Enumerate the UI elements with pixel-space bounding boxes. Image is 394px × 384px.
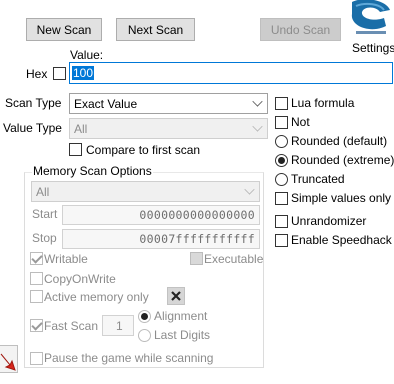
unrandomizer-checkbox[interactable] xyxy=(275,215,288,228)
stop-address-field[interactable]: 00007fffffffffff xyxy=(62,229,260,249)
stop-label: Stop xyxy=(32,231,57,245)
compare-first-checkbox[interactable] xyxy=(69,143,82,156)
rounded-extreme-radio[interactable] xyxy=(275,154,288,167)
chevron-down-icon xyxy=(252,121,263,132)
alignment-radio[interactable] xyxy=(138,310,151,323)
active-memory-label: Active memory only xyxy=(44,290,149,304)
truncated-radio[interactable] xyxy=(275,173,288,186)
writable-checkbox[interactable] xyxy=(30,252,43,265)
value-type-label: Value Type xyxy=(3,121,62,135)
not-label: Not xyxy=(291,115,310,129)
next-scan-button[interactable]: Next Scan xyxy=(116,18,195,41)
memory-region-value: All xyxy=(36,185,50,199)
settings-link[interactable]: Settings xyxy=(352,41,394,55)
pause-game-label: Pause the game while scanning xyxy=(44,351,214,365)
cheat-engine-logo-icon[interactable] xyxy=(346,0,394,38)
hex-label: Hex xyxy=(26,67,48,81)
fast-scan-label: Fast Scan xyxy=(44,319,99,333)
scan-type-value: Exact Value xyxy=(74,97,138,111)
start-address-field[interactable]: 0000000000000000 xyxy=(62,205,260,225)
rounded-default-label: Rounded (default) xyxy=(291,134,388,148)
fast-scan-checkbox[interactable] xyxy=(30,319,43,332)
active-memory-checkbox[interactable] xyxy=(30,290,43,303)
hex-checkbox[interactable] xyxy=(53,67,66,80)
not-checkbox[interactable] xyxy=(275,116,288,129)
copy-on-write-label: CopyOnWrite xyxy=(44,272,116,286)
simple-values-checkbox[interactable] xyxy=(275,192,288,205)
value-input[interactable]: 100 xyxy=(69,62,393,84)
enable-speedhack-label: Enable Speedhack xyxy=(291,233,392,247)
unrandomizer-label: Unrandomizer xyxy=(291,214,367,228)
fast-scan-value-field[interactable]: 1 xyxy=(102,315,134,336)
simple-values-label: Simple values only xyxy=(291,191,392,205)
lua-formula-checkbox[interactable] xyxy=(275,97,288,110)
enable-speedhack-checkbox[interactable] xyxy=(275,234,288,247)
chevron-down-icon xyxy=(252,96,263,107)
executable-checkbox[interactable] xyxy=(190,252,203,265)
value-label: Value: xyxy=(70,48,104,62)
compare-first-label: Compare to first scan xyxy=(86,143,201,157)
rounded-default-radio[interactable] xyxy=(275,135,288,148)
new-scan-button[interactable]: New Scan xyxy=(26,18,102,41)
copy-on-write-checkbox[interactable] xyxy=(30,272,43,285)
last-digits-radio[interactable] xyxy=(138,329,151,342)
memory-region-dropdown[interactable]: All xyxy=(31,181,260,202)
rounded-extreme-label: Rounded (extreme) xyxy=(291,153,394,167)
value-type-value: All xyxy=(74,122,88,136)
value-type-dropdown[interactable]: All xyxy=(69,118,268,139)
close-icon[interactable] xyxy=(167,287,185,305)
add-address-arrow-icon[interactable] xyxy=(0,345,18,373)
scan-type-dropdown[interactable]: Exact Value xyxy=(69,93,268,114)
scan-type-label: Scan Type xyxy=(5,96,62,110)
truncated-label: Truncated xyxy=(291,172,345,186)
memory-scan-options-title: Memory Scan Options xyxy=(32,164,153,178)
writable-label: Writable xyxy=(44,252,88,266)
fast-scan-value: 1 xyxy=(116,319,123,333)
value-input-text: 100 xyxy=(72,66,95,80)
last-digits-label: Last Digits xyxy=(154,328,211,342)
lua-formula-label: Lua formula xyxy=(291,96,355,110)
chevron-down-icon xyxy=(244,184,255,195)
alignment-label: Alignment xyxy=(154,309,208,323)
undo-scan-button[interactable]: Undo Scan xyxy=(260,18,341,41)
pause-game-checkbox[interactable] xyxy=(30,352,43,365)
executable-label: Executable xyxy=(204,252,264,266)
start-label: Start xyxy=(32,207,58,221)
